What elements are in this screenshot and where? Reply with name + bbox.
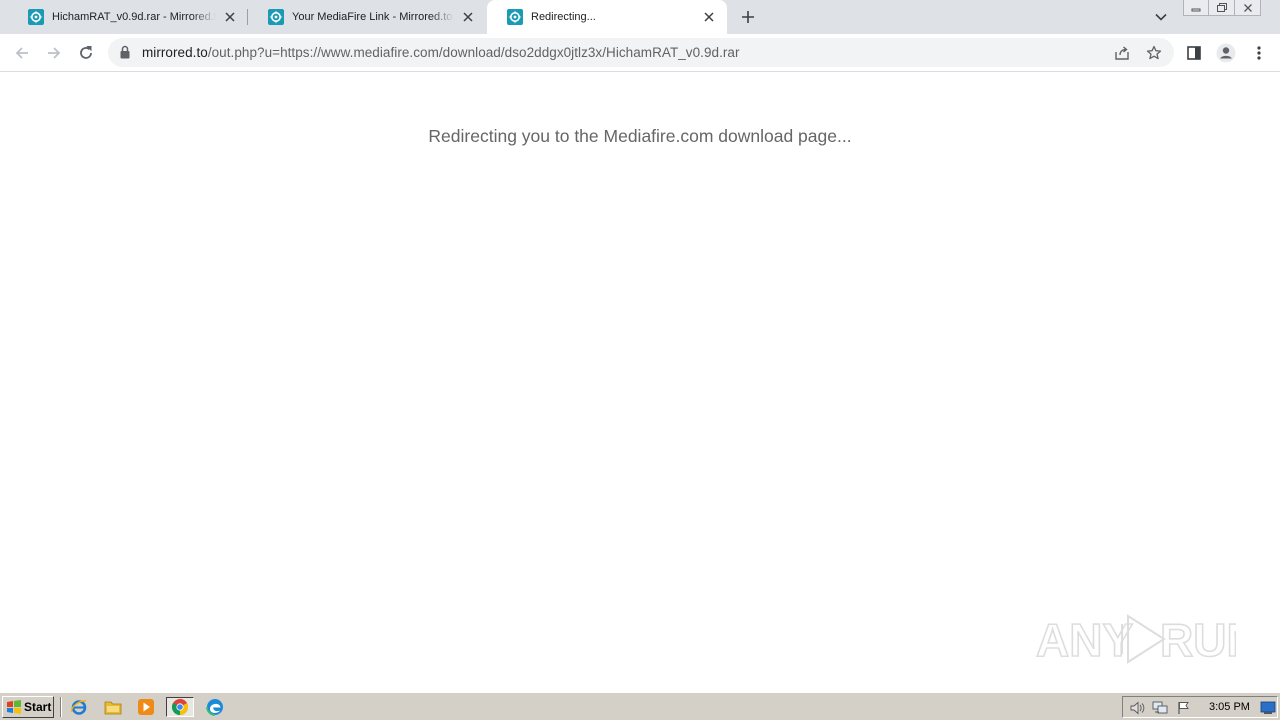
tab-mediafire-link[interactable]: Your MediaFire Link - Mirrored.to - Mirr…: [248, 0, 486, 34]
windows-taskbar: Start 3:05 PM: [0, 692, 1280, 720]
kebab-menu-icon: [1257, 46, 1261, 60]
close-icon: [1243, 3, 1252, 12]
edge-icon: [206, 699, 223, 716]
media-player-icon: [138, 699, 154, 715]
minimize-button[interactable]: [1183, 0, 1209, 16]
action-center-flag-icon[interactable]: [1176, 700, 1192, 716]
svg-text:ANY: ANY: [1036, 614, 1133, 666]
internet-explorer-icon: [71, 700, 87, 715]
reload-button[interactable]: [72, 39, 100, 67]
close-window-button[interactable]: [1235, 0, 1261, 16]
url-text[interactable]: mirrored.to/out.php?u=https://www.mediaf…: [142, 45, 740, 60]
network-icon[interactable]: [1152, 700, 1168, 716]
tab-search-button[interactable]: [1150, 7, 1172, 27]
taskbar-separator: [60, 697, 62, 717]
tab-close-icon[interactable]: [222, 9, 238, 25]
anyrun-watermark-logo: ANY RUN: [1036, 613, 1236, 667]
url-host: mirrored.to: [142, 45, 208, 60]
share-icon: [1115, 46, 1129, 60]
new-tab-button[interactable]: [736, 5, 760, 29]
system-tray: 3:05 PM: [1122, 696, 1278, 718]
tab-close-icon[interactable]: [701, 9, 717, 25]
browser-toolbar: mirrored.to/out.php?u=https://www.mediaf…: [0, 34, 1280, 72]
avatar-icon: [1216, 43, 1236, 63]
forward-arrow-icon: [48, 47, 61, 59]
mirrored-favicon-icon: [507, 9, 523, 25]
bookmark-star-button[interactable]: [1143, 42, 1165, 64]
restore-icon: [1216, 3, 1227, 12]
side-panel-icon: [1187, 46, 1201, 60]
taskbar-edge[interactable]: [204, 697, 226, 717]
taskbar-clock[interactable]: 3:05 PM: [1209, 701, 1250, 713]
taskbar-file-explorer[interactable]: [102, 697, 124, 717]
window-controls: [1183, 0, 1261, 18]
taskbar-media-player[interactable]: [135, 697, 157, 717]
folder-icon: [104, 701, 122, 715]
address-bar[interactable]: mirrored.to/out.php?u=https://www.mediaf…: [108, 38, 1174, 67]
redirect-message: Redirecting you to the Mediafire.com dow…: [428, 126, 852, 146]
plus-icon: [742, 11, 754, 23]
reload-icon: [80, 46, 92, 59]
taskbar-chrome[interactable]: [166, 697, 194, 717]
tab-strip: HichamRAT_v0.9d.rar - Mirrored.to - Mirr…: [0, 0, 1280, 34]
start-button[interactable]: Start: [2, 696, 54, 718]
windows-logo-icon: [7, 700, 21, 714]
svg-text:RUN: RUN: [1160, 614, 1236, 666]
volume-icon[interactable]: [1129, 700, 1145, 716]
lock-icon[interactable]: [120, 45, 130, 59]
chevron-down-icon: [1155, 13, 1167, 21]
tab-close-icon[interactable]: [460, 9, 476, 25]
tab-title: HichamRAT_v0.9d.rar - Mirrored.to - Mirr…: [52, 11, 216, 23]
menu-button[interactable]: [1245, 39, 1273, 67]
back-arrow-icon: [15, 47, 28, 59]
show-desktop-icon[interactable]: [1260, 700, 1276, 716]
restore-button[interactable]: [1209, 0, 1235, 16]
share-button[interactable]: [1111, 42, 1133, 64]
page-content: Redirecting you to the Mediafire.com dow…: [0, 72, 1280, 692]
url-path: /out.php?u=https://www.mediafire.com/dow…: [207, 45, 740, 60]
mirrored-favicon-icon: [268, 9, 284, 25]
tab-redirecting[interactable]: Redirecting...: [487, 0, 727, 34]
tab-title: Redirecting...: [531, 11, 596, 23]
forward-button[interactable]: [40, 39, 68, 67]
tab-hichamrat[interactable]: HichamRAT_v0.9d.rar - Mirrored.to - Mirr…: [8, 0, 248, 34]
side-panel-button[interactable]: [1180, 39, 1208, 67]
tab-title: Your MediaFire Link - Mirrored.to - Mirr…: [292, 11, 454, 23]
mirrored-favicon-icon: [28, 9, 44, 25]
minimize-icon: [1191, 8, 1201, 11]
back-button[interactable]: [8, 39, 36, 67]
star-icon: [1146, 45, 1162, 60]
taskbar-internet-explorer[interactable]: [68, 697, 90, 717]
chrome-icon: [171, 699, 189, 715]
start-label: Start: [24, 700, 52, 714]
profile-button[interactable]: [1212, 39, 1240, 67]
